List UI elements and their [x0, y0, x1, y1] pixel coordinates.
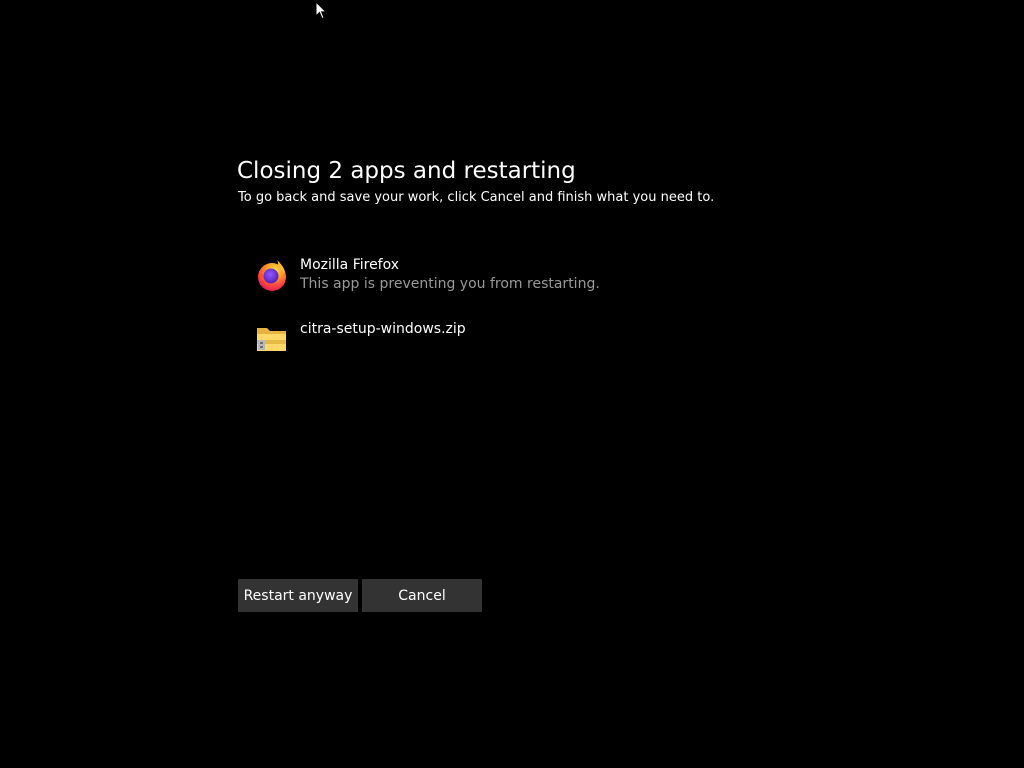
- app-text: Mozilla Firefox This app is preventing y…: [300, 257, 600, 292]
- cancel-button[interactable]: Cancel: [362, 579, 482, 612]
- page-subtitle: To go back and save your work, click Can…: [238, 190, 715, 205]
- list-item-zip: citra-setup-windows.zip: [255, 320, 755, 360]
- restart-screen: Closing 2 apps and restarting To go back…: [0, 0, 1024, 768]
- app-text: citra-setup-windows.zip: [300, 321, 466, 337]
- app-list: Mozilla Firefox This app is preventing y…: [255, 256, 755, 360]
- zip-folder-icon: [257, 328, 286, 351]
- app-name: citra-setup-windows.zip: [300, 321, 466, 337]
- list-item-firefox: Mozilla Firefox This app is preventing y…: [255, 256, 755, 320]
- mouse-cursor-icon: [315, 1, 327, 20]
- firefox-icon: [258, 260, 286, 291]
- restart-anyway-button[interactable]: Restart anyway: [238, 579, 358, 612]
- app-name: Mozilla Firefox: [300, 257, 400, 273]
- app-status: This app is preventing you from restarti…: [300, 276, 600, 292]
- page-title: Closing 2 apps and restarting: [237, 158, 576, 184]
